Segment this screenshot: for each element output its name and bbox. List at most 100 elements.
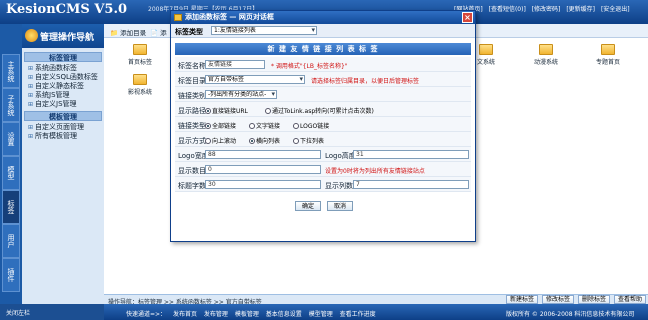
display-option-scroll-label: 向上滚动	[212, 138, 237, 145]
tab-main-system[interactable]: 主系统	[2, 54, 20, 88]
radio-horizontal[interactable]	[249, 138, 255, 144]
close-icon[interactable]: ×	[462, 12, 473, 23]
quick-progress[interactable]: 查看工作进度	[340, 311, 376, 318]
label-name-input[interactable]: 友情链接	[205, 60, 265, 69]
add-label-button[interactable]: 📄 添	[150, 27, 167, 37]
quick-publish-home[interactable]: 发布首页	[173, 311, 197, 318]
path-option-tolink-label: 通过ToLink.asp转向(可累计点击次数)	[272, 108, 374, 115]
delete-label-button[interactable]: 删除标签	[578, 295, 611, 304]
quick-basic-settings[interactable]: 基本信息设置	[266, 311, 302, 318]
linktype-option-text-label: 文字链接	[256, 123, 281, 130]
linktype-option-text[interactable]: 文字链接	[249, 121, 280, 130]
link-logout[interactable]: [安全退出]	[601, 6, 630, 13]
quick-publish-manage[interactable]: 发布管理	[204, 311, 228, 318]
label-dir-hint: 请选择标签归属目录，以便日后管理标签	[311, 78, 420, 85]
linktype-option-logo[interactable]: LOGO链接	[293, 121, 329, 130]
menu-item-system-js[interactable]: 系统JS管理	[24, 91, 102, 100]
menu-item-all-templates[interactable]: 所有模板管理	[24, 132, 102, 141]
display-count-input[interactable]: 0	[205, 165, 321, 174]
folder-label: 影视系统	[127, 89, 152, 96]
copyright: 版权所有 © 2006-2008 科汛信息技术有限公司	[506, 311, 635, 318]
nav-brand-title: 管理操作导航	[40, 32, 95, 43]
tab-settings[interactable]: 设置	[2, 122, 20, 156]
menu-item-custom-sql-labels[interactable]: 自定义SQL函数标签	[24, 73, 102, 82]
sidebar: 主系统 子系统 设置 模型 标签 用户 插件 管理操作导航 标签管理 系统函数标…	[0, 24, 104, 304]
tab-sub-system[interactable]: 子系统	[2, 88, 20, 122]
menu-item-custom-js[interactable]: 自定义JS管理	[24, 100, 102, 109]
folder-icon	[133, 44, 147, 55]
display-cols-input[interactable]: 7	[353, 180, 469, 189]
title-chars-input[interactable]: 30	[205, 180, 321, 189]
display-count-hint: 设置为0时将为列出所有友情链接站点	[325, 168, 425, 175]
add-label-dialog: 添加函数标签 — 网页对话框 × 标签类型 1:友情链接列表 新 建 友 情 链…	[170, 10, 476, 242]
row-link-category: 链接类别 -列出所有分类的站点-	[175, 87, 471, 102]
tab-model[interactable]: 模型	[2, 156, 20, 190]
row-logo-size: Logo宽度 88 Logo高度 31	[175, 147, 471, 162]
display-option-dropdown[interactable]: 下拉列表	[293, 136, 324, 145]
label-dir-label: 标签目录	[178, 77, 206, 85]
path-option-direct[interactable]: 直接链接URL	[205, 106, 248, 115]
display-option-scroll[interactable]: 向上滚动	[205, 136, 236, 145]
quick-template-manage[interactable]: 模板管理	[235, 311, 259, 318]
tab-labels[interactable]: 标签	[2, 190, 20, 224]
label-dir-select[interactable]: 官方自带标签	[205, 75, 305, 84]
quick-title: 快速通道=>：	[126, 311, 167, 318]
brand-icon	[25, 29, 38, 42]
tab-plugins[interactable]: 插件	[2, 258, 20, 292]
edit-label-button[interactable]: 修改标签	[542, 295, 575, 304]
menu-item-system-function-labels[interactable]: 系统函数标签	[24, 64, 102, 73]
menu-item-custom-pages[interactable]: 自定义页面管理	[24, 123, 102, 132]
new-label-button[interactable]: 新建标签	[506, 295, 539, 304]
logo-height-input[interactable]: 31	[353, 150, 469, 159]
folder-home-labels[interactable]: 首页标签	[120, 44, 160, 66]
add-label-label: 添	[160, 29, 167, 37]
link-category-select[interactable]: -列出所有分类的站点-	[205, 90, 277, 99]
label-type-select[interactable]: 1:友情链接列表	[211, 26, 317, 35]
quick-links: 快速通道=>： 发布首页 发布管理 模板管理 基本信息设置 模型管理 查看工作进…	[126, 309, 381, 318]
folder-anime-system[interactable]: 动漫系统	[526, 44, 566, 66]
label-name-hint: * 调用格式"{LB_标签名称}"	[271, 63, 348, 70]
quick-model-manage[interactable]: 模型管理	[309, 311, 333, 318]
folder-label: 首页标签	[127, 59, 152, 66]
folder-topic-home[interactable]: 专题首页	[588, 44, 628, 66]
row-title-chars: 标题字数 30 显示列数 7	[175, 177, 471, 192]
label-name-label: 标签名称	[178, 62, 206, 70]
form-header: 新 建 友 情 链 接 列 表 标 签	[175, 43, 471, 55]
group-template-management[interactable]: 模板管理	[24, 111, 102, 121]
menu-item-custom-static-labels[interactable]: 自定义静态标签	[24, 82, 102, 91]
path-option-tolink[interactable]: 通过ToLink.asp转向(可累计点击次数)	[265, 106, 374, 115]
dialog-titlebar: 添加函数标签 — 网页对话框 ×	[171, 11, 475, 24]
radio-all[interactable]	[205, 123, 211, 129]
row-display-mode: 显示方式 向上滚动 横向列表 下拉列表	[175, 132, 471, 147]
group-label-management[interactable]: 标签管理	[24, 52, 102, 62]
display-option-horizontal[interactable]: 横向列表	[249, 136, 280, 145]
display-option-horizontal-label: 横向列表	[256, 138, 281, 145]
folder-icon	[133, 74, 147, 85]
tab-users[interactable]: 用户	[2, 224, 20, 258]
folder-icon	[479, 44, 493, 55]
folder-icon	[539, 44, 553, 55]
folder-video-system[interactable]: 影视系统	[120, 74, 160, 96]
link-refresh-cache[interactable]: [更新缓存]	[566, 6, 595, 13]
add-directory-button[interactable]: 📁 添加目录	[110, 27, 146, 37]
help-button[interactable]: 查看帮助	[614, 295, 647, 304]
row-label-dir: 标签目录 官方自带标签 请选择标签归属目录，以便日后管理标签	[175, 72, 471, 87]
radio-direct[interactable]	[205, 108, 211, 114]
logo-width-input[interactable]: 88	[205, 150, 321, 159]
radio-tolink[interactable]	[265, 108, 271, 114]
ok-button[interactable]: 确定	[295, 201, 321, 211]
radio-logo[interactable]	[293, 123, 299, 129]
nav-brand: 管理操作导航	[22, 24, 104, 48]
linktype-option-all[interactable]: 全部链接	[205, 121, 236, 130]
title-chars-label: 标题字数	[178, 182, 206, 190]
collapse-sidebar-button[interactable]: 关闭左栏	[0, 304, 104, 320]
nav-menu: 标签管理 系统函数标签 自定义SQL函数标签 自定义静态标签 系统JS管理 自定…	[24, 50, 102, 141]
link-messages[interactable]: [查看短信(0)]	[489, 6, 526, 13]
link-change-password[interactable]: [修改密码]	[532, 6, 561, 13]
cancel-button[interactable]: 取消	[327, 201, 353, 211]
radio-scroll[interactable]	[205, 138, 211, 144]
bottom-bar: 快速通道=>： 发布首页 发布管理 模板管理 基本信息设置 模型管理 查看工作进…	[104, 304, 648, 320]
radio-dropdown[interactable]	[293, 138, 299, 144]
linktype-option-all-label: 全部链接	[212, 123, 237, 130]
radio-text[interactable]	[249, 123, 255, 129]
